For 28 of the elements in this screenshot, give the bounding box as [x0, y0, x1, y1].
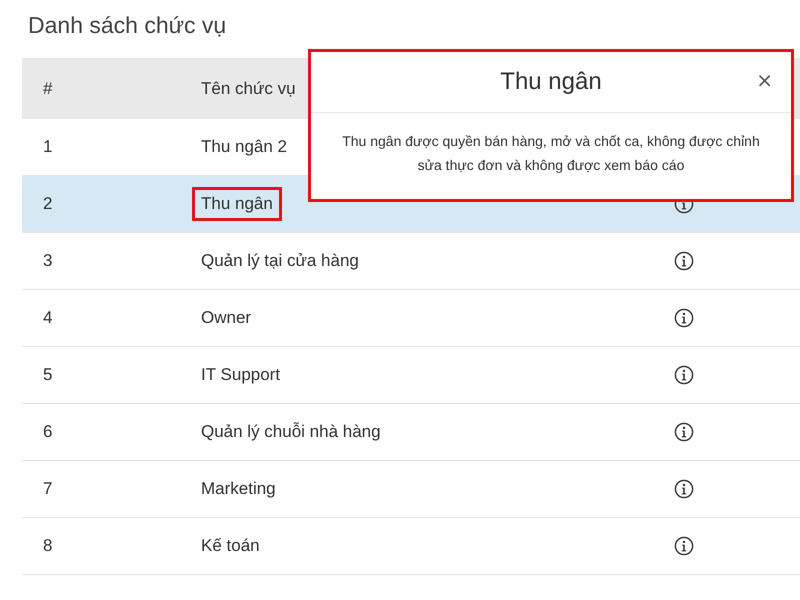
row-number: 4: [42, 307, 54, 329]
role-name: Kế toán: [200, 535, 261, 557]
popover-title: Thu ngân: [500, 68, 602, 96]
column-header: Tên chức vụ: [200, 78, 297, 100]
info-icon[interactable]: [674, 308, 694, 328]
close-button[interactable]: ×: [752, 68, 777, 92]
info-icon[interactable]: [674, 365, 694, 385]
info-icon[interactable]: [674, 422, 694, 442]
popover-text: Thu ngân được quyền bán hàng, mở và chốt ca, không được chỉnh sửa thực đơn và không được xem báo cáo: [341, 132, 761, 175]
role-name: Quản lý tại cửa hàng: [200, 250, 360, 272]
row-number: 8: [42, 535, 54, 557]
page-title: Danh sách chức vụ: [28, 12, 228, 40]
role-name: Quản lý chuỗi nhà hàng: [200, 421, 382, 443]
column-header: #: [42, 78, 54, 100]
role-name: Thu ngân: [192, 187, 282, 221]
row-number: 7: [42, 478, 54, 500]
role-name: Marketing: [200, 478, 277, 500]
role-name: Thu ngân 2: [200, 136, 288, 158]
role-name: IT Support: [200, 364, 282, 386]
role-name: Owner: [200, 307, 252, 329]
row-number: 2: [42, 193, 54, 215]
row-number: 3: [42, 250, 54, 272]
row-number: 1: [42, 136, 54, 158]
info-icon[interactable]: [674, 536, 694, 556]
info-icon[interactable]: [674, 251, 694, 271]
row-number: 5: [42, 364, 54, 386]
info-icon[interactable]: [674, 479, 694, 499]
row-number: 6: [42, 421, 54, 443]
